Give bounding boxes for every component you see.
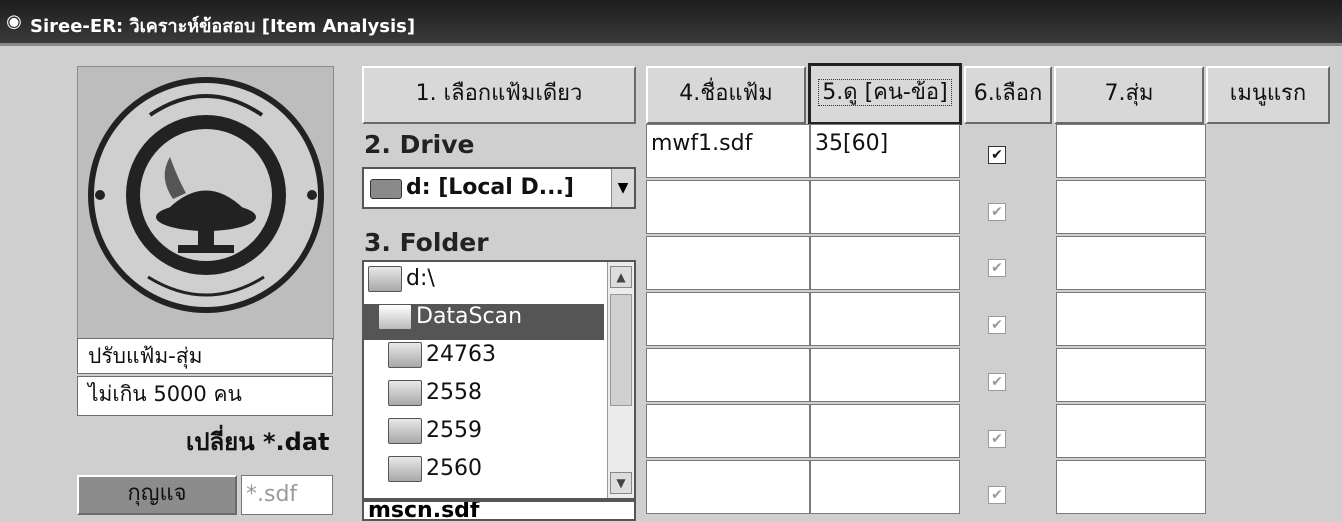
key-button[interactable]: กุญแจ — [77, 475, 237, 515]
folder-icon — [388, 342, 422, 368]
file-list[interactable]: mscn.sdf — [362, 500, 636, 521]
college-logo — [77, 66, 334, 340]
select-checkbox[interactable]: ✔ — [988, 430, 1006, 448]
view-cell[interactable] — [810, 180, 960, 234]
select-checkbox[interactable]: ✔ — [988, 316, 1006, 334]
title-divider — [0, 43, 1342, 46]
folder-scrollbar[interactable]: ▲ ▼ — [607, 262, 634, 498]
random-cell[interactable] — [1056, 292, 1206, 346]
random-cell[interactable] — [1056, 348, 1206, 402]
folder-icon — [388, 456, 422, 482]
drive-select[interactable]: d: [Local D...] ▼ — [362, 167, 636, 209]
main-menu-button[interactable]: เมนูแรก — [1206, 66, 1330, 124]
filename-cell[interactable]: mwf1.sdf — [646, 124, 810, 178]
chevron-up-icon[interactable]: ▲ — [610, 266, 632, 288]
random-cell[interactable] — [1056, 180, 1206, 234]
open-folder-icon — [378, 304, 412, 330]
folder-item[interactable]: 2558 — [388, 380, 482, 416]
view-cell[interactable] — [810, 292, 960, 346]
select-checkbox[interactable]: ✔ — [988, 146, 1006, 164]
adjust-file-label: ปรับแฟ้ม-สุ่ม — [77, 338, 333, 374]
random-cell[interactable] — [1056, 124, 1206, 178]
folder-item[interactable]: 2559 — [388, 418, 482, 454]
select-checkbox[interactable]: ✔ — [988, 486, 1006, 504]
lamp-seal-icon — [88, 77, 324, 313]
random-cell[interactable] — [1056, 404, 1206, 458]
column-select-button[interactable]: 6.เลือก — [964, 66, 1052, 124]
view-cell[interactable] — [810, 348, 960, 402]
folder-item[interactable]: 2560 — [388, 456, 482, 492]
folder-heading: 3. Folder — [364, 228, 489, 257]
folder-item[interactable]: 24763 — [388, 342, 496, 378]
open-folder-icon — [368, 266, 402, 292]
filename-cell[interactable] — [646, 180, 810, 234]
view-cell[interactable] — [810, 460, 960, 514]
folder-icon — [388, 380, 422, 406]
filename-cell[interactable] — [646, 404, 810, 458]
folder-list[interactable]: d:\ DataScan 24763 2558 2559 2560 ▲ ▼ — [362, 260, 636, 500]
view-cell[interactable] — [810, 404, 960, 458]
column-view-button[interactable]: 5.ดู [คน-ข้อ] — [808, 63, 962, 125]
scroll-thumb[interactable] — [610, 294, 632, 406]
limit-label: ไม่เกิน 5000 คน — [77, 376, 333, 416]
change-dat-label: เปลี่ยน *.dat — [186, 428, 330, 456]
select-single-file-button[interactable]: 1. เลือกแฟ้มเดียว — [362, 66, 636, 124]
drive-heading: 2. Drive — [364, 130, 475, 159]
hard-drive-icon — [370, 179, 402, 199]
app-logo-icon[interactable]: ◉ — [4, 11, 24, 33]
filename-cell[interactable] — [646, 460, 810, 514]
select-checkbox[interactable]: ✔ — [988, 203, 1006, 221]
column-random-button[interactable]: 7.สุ่ม — [1054, 66, 1204, 124]
random-cell[interactable] — [1056, 460, 1206, 514]
filename-cell[interactable] — [646, 348, 810, 402]
window-title: Siree-ER: วิเคราะห์ข้อสอบ [Item Analysis… — [30, 16, 416, 37]
chevron-down-icon[interactable]: ▼ — [610, 472, 632, 494]
select-checkbox[interactable]: ✔ — [988, 373, 1006, 391]
chevron-down-icon[interactable]: ▼ — [611, 169, 634, 207]
filename-cell[interactable] — [646, 236, 810, 290]
file-extension-input[interactable]: *.sdf — [241, 475, 333, 515]
title-bar: ◉ Siree-ER: วิเคราะห์ข้อสอบ [Item Analys… — [0, 0, 1342, 46]
column-filename-button[interactable]: 4.ชื่อแฟ้ม — [646, 66, 806, 124]
drive-value: d: [Local D...] — [406, 175, 574, 200]
filename-cell[interactable] — [646, 292, 810, 346]
folder-item[interactable]: DataScan — [364, 304, 604, 340]
random-cell[interactable] — [1056, 236, 1206, 290]
folder-item[interactable]: d:\ — [368, 266, 604, 302]
folder-icon — [388, 418, 422, 444]
view-cell[interactable] — [810, 236, 960, 290]
select-checkbox[interactable]: ✔ — [988, 259, 1006, 277]
view-cell[interactable]: 35[60] — [810, 124, 960, 178]
